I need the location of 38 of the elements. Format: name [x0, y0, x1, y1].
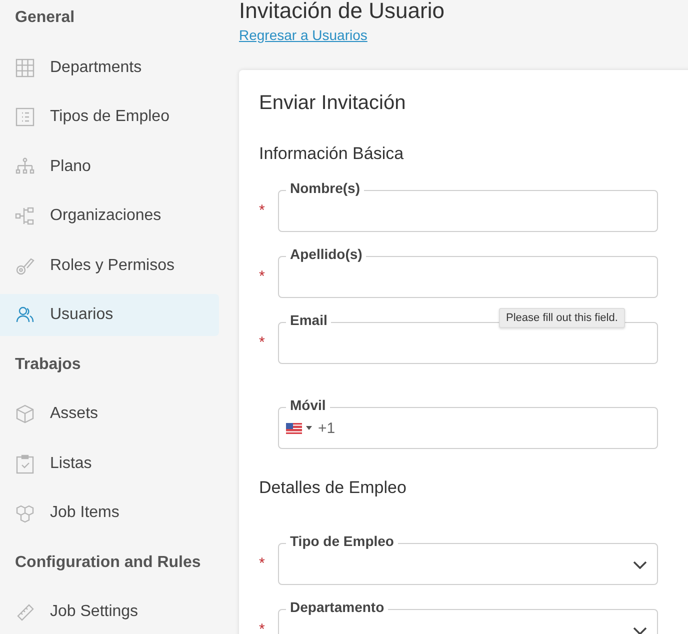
required-mark: *	[259, 621, 265, 634]
users-icon	[15, 305, 35, 325]
key-icon	[15, 256, 35, 276]
cube-icon	[15, 404, 35, 424]
sidebar-section-title: Configuration and Rules	[15, 554, 201, 572]
sidebar-item[interactable]: Assets	[0, 393, 219, 435]
sidebar-section-title: Trabajos	[15, 356, 81, 374]
form-title: Enviar Invitación	[259, 91, 407, 116]
caret-icon[interactable]	[306, 426, 312, 430]
sidebar-item[interactable]: Roles y Permisos	[0, 244, 219, 286]
sidebar-item[interactable]: Job Items	[0, 492, 219, 534]
required-mark: *	[259, 555, 265, 572]
list-icon	[15, 107, 35, 127]
ruler-icon	[15, 602, 35, 622]
sidebar-item[interactable]: Listas	[0, 442, 219, 484]
grid-icon	[15, 58, 35, 78]
section-title: Detalles de Empleo	[259, 477, 408, 499]
dial-code: +1	[318, 420, 336, 436]
sidebar-item[interactable]: Tipos de Empleo	[0, 96, 219, 138]
sidebar-item[interactable]: Job Settings	[0, 591, 219, 633]
sidebar-item[interactable]: Organizaciones	[0, 195, 219, 237]
tooltip: Please fill out this field.	[499, 308, 625, 328]
boxes-icon	[15, 503, 35, 523]
sidebar-item[interactable]: Departments	[0, 46, 219, 88]
sidebar-item[interactable]: Usuarios	[0, 294, 219, 336]
flag-icon[interactable]	[286, 422, 302, 434]
org-chart-icon	[15, 206, 35, 226]
required-mark: *	[259, 334, 265, 351]
chevron-down-icon[interactable]	[633, 627, 647, 634]
required-mark: *	[259, 268, 265, 285]
page-title: Invitación de Usuario	[239, 0, 446, 25]
required-mark: *	[259, 202, 265, 219]
section-title: Información Básica	[259, 143, 405, 165]
sidebar-item[interactable]: Plano	[0, 146, 219, 188]
chevron-down-icon[interactable]	[633, 561, 647, 569]
sidebar-section-title: General	[15, 9, 75, 27]
hierarchy-icon	[15, 156, 35, 176]
clipboard-check-icon	[15, 454, 35, 474]
